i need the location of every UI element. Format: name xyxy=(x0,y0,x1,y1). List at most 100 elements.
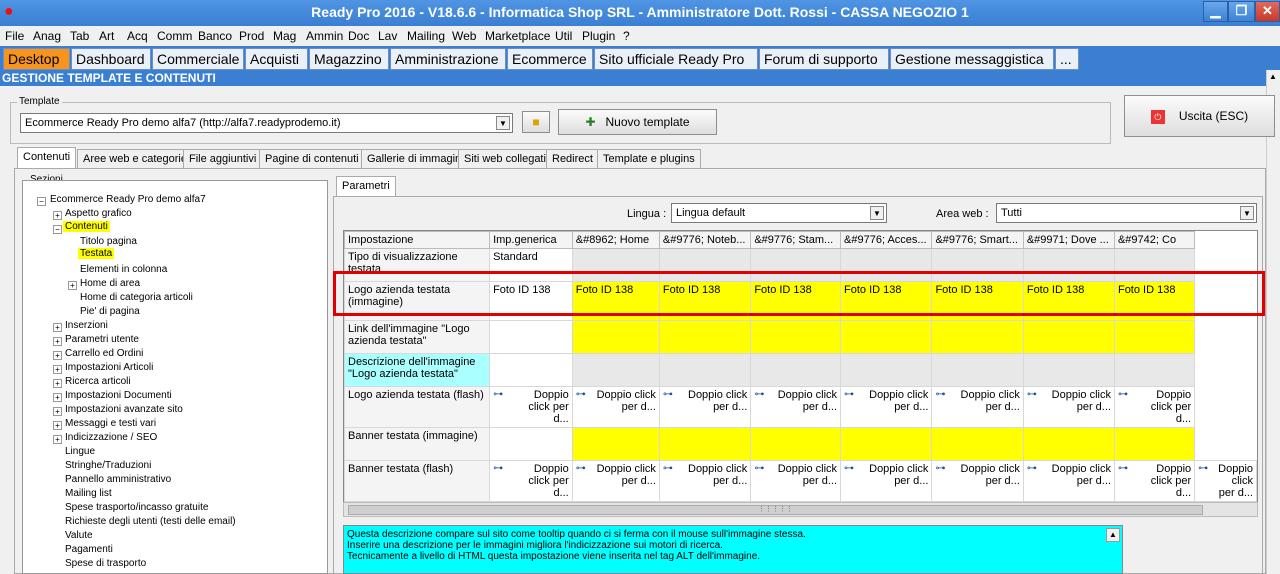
subtab-siti-collegati[interactable]: Siti web collegati xyxy=(458,149,552,169)
template-select[interactable]: Ecommerce Ready Pro demo alfa7 (http://a… xyxy=(20,113,513,133)
tree-item-contenuti[interactable]: Contenuti xyxy=(63,221,110,232)
generic-value[interactable]: ⊶ Doppio click per d... xyxy=(489,386,573,428)
area-value[interactable] xyxy=(571,427,660,461)
area-value[interactable]: ⊶ Doppio click per d... xyxy=(750,386,842,428)
tree-item-carrello[interactable]: Carrello ed Ordini xyxy=(65,348,143,359)
tab-desktop[interactable]: Desktop xyxy=(3,48,70,70)
tree-root[interactable]: Ecommerce Ready Pro demo alfa7 xyxy=(50,194,206,205)
chevron-down-icon[interactable]: ▼ xyxy=(870,206,884,220)
column-header[interactable]: Imp.generica xyxy=(489,231,573,249)
menu-prod[interactable]: Prod xyxy=(239,29,264,43)
expand-icon[interactable]: + xyxy=(68,281,77,290)
tab-more[interactable]: ... xyxy=(1055,48,1079,70)
area-value[interactable] xyxy=(1022,353,1115,387)
generic-value[interactable]: ⊶ Doppio click per d... xyxy=(489,460,573,502)
tab-ecommerce[interactable]: Ecommerce xyxy=(507,48,593,70)
area-value[interactable] xyxy=(840,320,933,354)
area-value[interactable]: ⊶ Doppio click per d... xyxy=(1022,386,1115,428)
menu-banco[interactable]: Banco xyxy=(198,29,232,43)
subtab-file-aggiuntivi[interactable]: File aggiuntivi xyxy=(183,149,263,169)
column-header[interactable]: Impostazione xyxy=(344,231,491,249)
tree-item-home-area[interactable]: Home di area xyxy=(80,278,140,289)
generic-value[interactable] xyxy=(489,353,573,387)
area-value[interactable]: ⊶ Doppio click per d... xyxy=(1113,386,1196,428)
menu-help[interactable]: ? xyxy=(623,29,630,43)
lingua-select[interactable]: Lingua default ▼ xyxy=(671,203,887,223)
tree-item-elementi-colonna[interactable]: Elementi in colonna xyxy=(80,264,167,275)
area-value[interactable] xyxy=(840,427,933,461)
tab-parametri[interactable]: Parametri xyxy=(336,176,396,198)
tab-messaggistica[interactable]: Gestione messaggistica xyxy=(890,48,1054,70)
area-value[interactable] xyxy=(1022,427,1115,461)
area-value[interactable]: ⊶ Doppio click per d... xyxy=(931,386,1024,428)
generic-value[interactable] xyxy=(489,427,573,461)
area-value[interactable]: ⊶ Doppio click per d... xyxy=(571,460,660,502)
close-button[interactable]: ✕ xyxy=(1255,1,1280,22)
area-value[interactable]: ⊶ Doppio click per d... xyxy=(750,460,842,502)
chevron-down-icon[interactable]: ▼ xyxy=(496,116,510,130)
area-value[interactable]: ⊶ Doppio click per d... xyxy=(658,386,752,428)
tree-item-indicizzazione[interactable]: Indicizzazione / SEO xyxy=(65,432,157,443)
area-value[interactable]: ⊶ Doppio click per d... xyxy=(840,386,933,428)
subtab-template-plugins[interactable]: Template e plugins xyxy=(597,149,701,169)
tab-sito-ufficiale[interactable]: Sito ufficiale Ready Pro xyxy=(594,48,758,70)
generic-value[interactable] xyxy=(489,320,573,354)
tree-item-messaggi[interactable]: Messaggi e testi vari xyxy=(65,418,156,429)
subtab-gallerie[interactable]: Gallerie di immagini xyxy=(361,149,470,169)
menu-plugin[interactable]: Plugin xyxy=(582,29,615,43)
tab-dashboard[interactable]: Dashboard xyxy=(71,48,151,70)
column-header[interactable]: &#9776; Smart... xyxy=(931,231,1024,249)
tree-item-inserzioni[interactable]: Inserzioni xyxy=(65,320,108,331)
menu-ammin[interactable]: Ammin xyxy=(306,29,343,43)
area-value[interactable] xyxy=(658,353,752,387)
tree-item-home-categoria[interactable]: Home di categoria articoli xyxy=(80,292,193,303)
new-template-button[interactable]: ✚ Nuovo template xyxy=(558,109,717,135)
tree-item-titolo-pagina[interactable]: Titolo pagina xyxy=(80,236,137,247)
area-value[interactable] xyxy=(571,320,660,354)
expand-icon[interactable]: + xyxy=(53,421,62,430)
column-header[interactable]: &#9971; Dove ... xyxy=(1022,231,1115,249)
description-box[interactable]: Questa descrizione compare sul sito come… xyxy=(343,525,1123,574)
collapse-icon[interactable]: − xyxy=(37,197,46,206)
tree-item-spese-trasporto[interactable]: Spese di trasporto xyxy=(65,558,146,569)
expand-icon[interactable]: + xyxy=(53,351,62,360)
expand-icon[interactable]: + xyxy=(53,337,62,346)
tab-acquisti[interactable]: Acquisti xyxy=(245,48,308,70)
menu-anag[interactable]: Anag xyxy=(33,29,61,43)
area-value[interactable] xyxy=(750,320,842,354)
tab-commerciale[interactable]: Commerciale xyxy=(152,48,244,70)
table-row[interactable]: Link dell'immagine "Logo azienda testata… xyxy=(344,320,1257,354)
tree-item-impostazioni-articoli[interactable]: Impostazioni Articoli xyxy=(65,362,153,373)
expand-icon[interactable]: + xyxy=(53,407,62,416)
table-row[interactable]: Banner testata (flash) ⊶ Doppio click per… xyxy=(344,460,1257,502)
menu-mag[interactable]: Mag xyxy=(273,29,296,43)
tree-item-stringhe[interactable]: Stringhe/Traduzioni xyxy=(65,460,151,471)
table-row[interactable]: Descrizione dell'immagine "Logo azienda … xyxy=(344,353,1257,387)
minimize-button[interactable]: ▁ xyxy=(1203,1,1228,22)
area-value[interactable] xyxy=(1113,427,1196,461)
area-value[interactable] xyxy=(931,353,1024,387)
area-value[interactable] xyxy=(931,427,1024,461)
expand-icon[interactable]: + xyxy=(53,365,62,374)
maximize-button[interactable]: ❐ xyxy=(1228,1,1255,22)
tree-item-pannello[interactable]: Pannello amministrativo xyxy=(65,474,171,485)
tree-item-aspetto-grafico[interactable]: Aspetto grafico xyxy=(65,208,132,219)
area-value[interactable] xyxy=(750,353,842,387)
menu-web[interactable]: Web xyxy=(452,29,476,43)
tab-forum[interactable]: Forum di supporto xyxy=(759,48,889,70)
area-value[interactable] xyxy=(1113,320,1196,354)
tree-item-testata[interactable]: Testata xyxy=(78,248,115,259)
area-value[interactable] xyxy=(750,427,842,461)
column-header[interactable]: &#9742; Co xyxy=(1113,231,1196,249)
menu-marketplace[interactable]: Marketplace xyxy=(485,29,550,43)
tree-item-valute[interactable]: Valute xyxy=(65,530,93,541)
area-value[interactable] xyxy=(658,427,752,461)
expand-icon[interactable]: + xyxy=(53,435,62,444)
tree-item-ricerca-articoli[interactable]: Ricerca articoli xyxy=(65,376,131,387)
scroll-thumb[interactable]: ⋮⋮⋮⋮⋮ xyxy=(348,505,1203,515)
column-header[interactable]: &#9776; Stam... xyxy=(750,231,842,249)
menu-doc[interactable]: Doc xyxy=(348,29,369,43)
menu-util[interactable]: Util xyxy=(555,29,572,43)
expand-icon[interactable]: + xyxy=(53,379,62,388)
column-header[interactable]: &#9776; Noteb... xyxy=(658,231,752,249)
